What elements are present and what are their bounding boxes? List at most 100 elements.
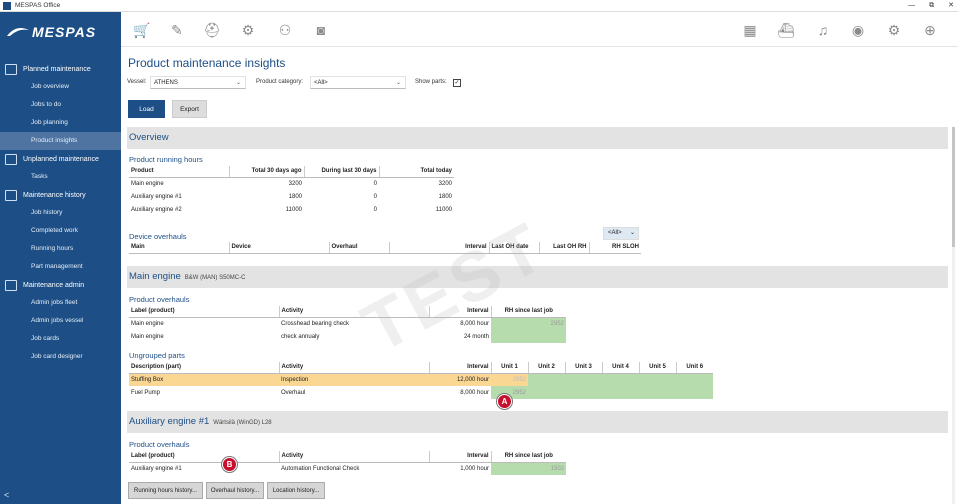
sidebar-item-job-overview[interactable]: Job overview — [0, 78, 121, 96]
unit-cell — [565, 386, 602, 399]
sidebar-item-admin-jobs-vessel[interactable]: Admin jobs vessel — [0, 312, 121, 330]
people-icon[interactable]: ⚇ — [276, 21, 294, 39]
nav-group-maintenance-admin[interactable]: Maintenance admin — [0, 276, 121, 294]
scrollbar-thumb[interactable] — [952, 127, 955, 247]
sidebar-item-job-card-designer[interactable]: Job card designer — [0, 348, 121, 366]
table-row[interactable]: Auxiliary engine #1 Automation Functiona… — [129, 462, 566, 475]
bell-icon[interactable]: ♫ — [814, 21, 832, 39]
column-header: Total today — [379, 166, 454, 178]
chevron-down-icon: ⌄ — [235, 80, 241, 86]
product-category-value: <All> — [314, 80, 328, 86]
unit-cell — [676, 373, 713, 386]
minimize-button[interactable]: — — [908, 0, 915, 12]
vessel-label: Vessel: — [127, 79, 147, 85]
main-engine-model: B&W (MAN) S50MC-C — [184, 275, 246, 281]
sidebar-item-completed-work[interactable]: Completed work — [0, 222, 121, 240]
table-row[interactable]: Main engine Crosshead bearing check 8,00… — [129, 317, 566, 330]
collapse-sidebar-icon[interactable]: < — [4, 490, 9, 500]
window-titlebar: MESPAS Office — ⧉ ✕ — [0, 0, 958, 12]
sidebar-item-admin-jobs-fleet[interactable]: Admin jobs fleet — [0, 294, 121, 312]
product-running-hours-title: Product running hours — [129, 155, 203, 164]
column-header: Main — [129, 242, 230, 254]
table-cell: 8,000 hour — [460, 389, 489, 396]
table-cell: 0 — [373, 193, 377, 200]
sidebar-item-tasks[interactable]: Tasks — [0, 168, 121, 186]
plus-icon[interactable]: ⊕ — [921, 21, 939, 39]
sidebar-item-part-management[interactable]: Part management — [0, 258, 121, 276]
ship-icon[interactable]: ⛴ — [777, 21, 795, 39]
table-cell: Automation Functional Check — [281, 465, 360, 472]
table-cell: Main engine — [131, 320, 164, 327]
column-header: Device — [229, 242, 330, 254]
location-history-button[interactable]: Location history... — [267, 482, 325, 499]
table-cell: 1800 — [438, 193, 452, 200]
table-cell: 11000 — [285, 206, 302, 213]
table-cell: 1,000 hour — [460, 465, 489, 472]
device-overhauls-title: Device overhauls — [129, 232, 187, 241]
overview-heading-text: Overview — [129, 132, 169, 143]
column-header: Unit 4 — [602, 362, 640, 374]
export-button[interactable]: Export — [172, 100, 207, 118]
aux-engine-heading-text: Auxiliary engine #1 — [129, 416, 210, 427]
app-icon — [3, 1, 11, 10]
main-engine-overhauls-title: Product overhauls — [129, 295, 190, 304]
table-cell: Auxiliary engine #1 — [131, 465, 182, 472]
camera-icon[interactable]: ◙ — [312, 21, 330, 39]
cart-icon[interactable]: 🛒 — [133, 21, 151, 39]
table-row[interactable]: Stuffing Box Inspection 12,000 hour 2952 — [129, 373, 713, 386]
product-category-label: Product category: — [256, 79, 304, 85]
table-grid-icon[interactable]: ▦ — [741, 21, 759, 39]
table-row[interactable]: Main engine 3200 0 3200 — [129, 177, 454, 190]
aux-engine-section-heading: Auxiliary engine #1 Wärtsilä (WinGD) L28 — [127, 411, 948, 433]
running-hours-history-button[interactable]: Running hours history... — [128, 482, 203, 499]
sidebar-item-job-history[interactable]: Job history — [0, 204, 121, 222]
nav-group-label: Planned maintenance — [23, 65, 91, 73]
nav-group-unplanned-maintenance[interactable]: Unplanned maintenance — [0, 150, 121, 168]
vessel-select[interactable]: ATHENS ⌄ — [150, 76, 246, 89]
device-filter-select[interactable]: <All> ⌄ — [603, 227, 639, 240]
table-row[interactable]: Fuel Pump Overhaul 8,000 hour 2952 — [129, 386, 713, 399]
show-parts-label: Show parts: — [415, 79, 447, 85]
table-cell: 3200 — [288, 180, 302, 187]
unit-cell — [602, 373, 639, 386]
show-parts-checkbox[interactable]: ✓ — [453, 79, 461, 87]
user-icon[interactable]: ◉ — [849, 21, 867, 39]
brand-logo: MESPAS — [0, 12, 121, 52]
table-row[interactable]: Auxiliary engine #2 11000 0 11000 — [129, 203, 454, 216]
column-header: Interval — [389, 242, 490, 254]
table-cell: Stuffing Box — [129, 373, 279, 386]
table-cell: Auxiliary engine #2 — [131, 206, 182, 213]
table-cell: Overhaul — [281, 389, 306, 396]
gear-person-icon[interactable]: ⚙ — [239, 21, 257, 39]
window-controls: — ⧉ ✕ — [908, 0, 954, 12]
sidebar-item-job-planning[interactable]: Job planning — [0, 114, 121, 132]
chevron-down-icon: ⌄ — [395, 80, 401, 86]
settings-icon[interactable]: ⚙ — [885, 21, 903, 39]
main-engine-section-heading: Main engine B&W (MAN) S50MC-C — [127, 266, 948, 288]
product-category-select[interactable]: <All> ⌄ — [310, 76, 406, 89]
sidebar-item-jobs-to-do[interactable]: Jobs to do — [0, 96, 121, 114]
column-header: Last OH RH — [539, 242, 590, 254]
sidebar-item-job-cards[interactable]: Job cards — [0, 330, 121, 348]
sidebar-item-product-insights[interactable]: Product insights — [0, 132, 121, 150]
overhaul-history-button[interactable]: Overhaul history... — [206, 482, 264, 499]
rh-since-last-job-cell — [491, 330, 566, 343]
report-scroll-area: Overview Product running hours Product T… — [127, 127, 948, 504]
helmet-icon[interactable]: ⛑ — [203, 21, 221, 39]
load-button[interactable]: Load — [128, 100, 165, 118]
tools-icon[interactable]: ✎ — [168, 21, 186, 39]
table-cell: Main engine — [131, 333, 164, 340]
nav-group-planned-maintenance[interactable]: Planned maintenance — [0, 60, 121, 78]
column-header: Label (product) — [129, 451, 280, 463]
column-header: Activity — [279, 306, 430, 318]
nav-group-maintenance-history[interactable]: Maintenance history — [0, 186, 121, 204]
table-row[interactable]: Auxiliary engine #1 1800 0 1800 — [129, 190, 454, 203]
close-button[interactable]: ✕ — [948, 0, 954, 12]
rh-since-last-job-cell: 1502 — [491, 462, 566, 475]
restore-button[interactable]: ⧉ — [929, 0, 934, 12]
table-cell: 0 — [373, 206, 377, 213]
vertical-scrollbar[interactable] — [952, 127, 955, 504]
table-row[interactable]: Main engine check annualy 24 month — [129, 330, 566, 343]
sidebar-item-running-hours[interactable]: Running hours — [0, 240, 121, 258]
column-header: Total 30 days ago — [229, 166, 305, 178]
